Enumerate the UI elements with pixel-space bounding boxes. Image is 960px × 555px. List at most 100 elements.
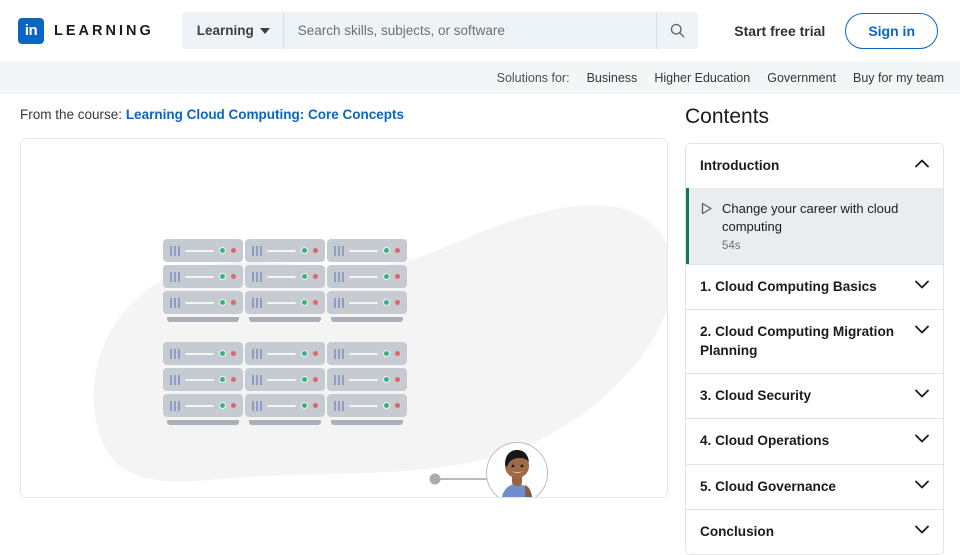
status-ok-icon — [219, 273, 226, 280]
server-unit — [163, 342, 243, 365]
server-unit — [245, 342, 325, 365]
server-bars-icon — [334, 400, 344, 411]
solutions-subnav: Solutions for: Business Higher Education… — [0, 61, 960, 94]
section-label: 4. Cloud Operations — [700, 433, 830, 449]
server-bars-icon — [334, 348, 344, 359]
server-stack — [327, 239, 407, 322]
server-bars-icon — [170, 374, 180, 385]
server-unit — [327, 291, 407, 314]
status-alert-icon — [395, 351, 400, 356]
section-label: 2. Cloud Computing Migration Planning — [700, 324, 895, 358]
sidebar-section-cloud-security[interactable]: 3. Cloud Security — [686, 372, 943, 419]
section-label: 1. Cloud Computing Basics — [700, 278, 877, 294]
search-icon — [670, 23, 685, 38]
subnav-link-business[interactable]: Business — [587, 71, 638, 85]
brand-logo[interactable]: in LEARNING — [18, 17, 154, 44]
course-title-link[interactable]: Learning Cloud Computing: Core Concepts — [126, 107, 404, 122]
server-stack-base — [331, 420, 403, 425]
breadcrumb: From the course: Learning Cloud Computin… — [20, 107, 404, 122]
server-unit — [327, 394, 407, 417]
server-unit — [163, 394, 243, 417]
sidebar-section-introduction[interactable]: Introduction — [686, 144, 943, 189]
server-stack-base — [249, 420, 321, 425]
server-unit — [163, 291, 243, 314]
server-wire — [349, 275, 378, 278]
status-ok-icon — [383, 247, 390, 254]
server-unit — [245, 368, 325, 391]
status-alert-icon — [313, 300, 318, 305]
server-unit — [327, 342, 407, 365]
search-scope-label: Learning — [196, 23, 254, 38]
section-label: 5. Cloud Governance — [700, 478, 836, 494]
server-bars-icon — [252, 271, 262, 282]
server-bars-icon — [252, 400, 262, 411]
status-ok-icon — [301, 299, 308, 306]
status-ok-icon — [383, 350, 390, 357]
sidebar-lesson-active[interactable]: Change your career with cloud computing … — [686, 188, 943, 264]
status-alert-icon — [231, 351, 236, 356]
search-submit-button[interactable] — [655, 12, 698, 49]
chevron-down-icon — [915, 525, 929, 534]
server-rack-grid — [163, 239, 407, 425]
status-ok-icon — [301, 376, 308, 383]
status-alert-icon — [313, 377, 318, 382]
server-bars-icon — [170, 348, 180, 359]
status-ok-icon — [301, 350, 308, 357]
search-input[interactable] — [283, 12, 656, 49]
sidebar-section-cloud-computing-migration-planning[interactable]: 2. Cloud Computing Migration Planning — [686, 309, 943, 373]
server-stack-base — [331, 317, 403, 322]
server-wire — [185, 378, 214, 381]
chevron-down-icon — [915, 434, 929, 443]
server-wire — [267, 378, 296, 381]
status-alert-icon — [313, 274, 318, 279]
contents-title: Contents — [685, 105, 770, 128]
status-alert-icon — [313, 403, 318, 408]
status-alert-icon — [231, 300, 236, 305]
status-ok-icon — [383, 402, 390, 409]
sidebar-section-cloud-governance[interactable]: 5. Cloud Governance — [686, 463, 943, 509]
server-bars-icon — [170, 271, 180, 282]
status-alert-icon — [395, 300, 400, 305]
server-wire — [267, 249, 296, 252]
server-wire — [349, 249, 378, 252]
status-alert-icon — [313, 351, 318, 356]
status-ok-icon — [219, 350, 226, 357]
sidebar-section-conclusion[interactable]: Conclusion — [686, 508, 943, 555]
server-bars-icon — [170, 297, 180, 308]
sidebar-section-cloud-operations[interactable]: 4. Cloud Operations — [686, 418, 943, 464]
status-ok-icon — [219, 299, 226, 306]
section-label: 3. Cloud Security — [700, 387, 812, 403]
server-wire — [185, 275, 214, 278]
server-bars-icon — [170, 245, 180, 256]
server-unit — [163, 265, 243, 288]
person-illustration-icon — [501, 450, 533, 497]
server-unit — [163, 368, 243, 391]
sidebar-section-cloud-computing-basics[interactable]: 1. Cloud Computing Basics — [686, 263, 943, 310]
server-bars-icon — [334, 245, 344, 256]
subnav-link-government[interactable]: Government — [767, 71, 836, 85]
status-alert-icon — [231, 403, 236, 408]
subnav-link-buy-for-my-team[interactable]: Buy for my team — [853, 71, 944, 85]
server-unit — [245, 394, 325, 417]
video-player-panel[interactable]: Users with much less cost, and the abili… — [20, 138, 668, 498]
status-ok-icon — [383, 376, 390, 383]
start-free-trial-link[interactable]: Start free trial — [734, 23, 825, 39]
sign-in-button[interactable]: Sign in — [845, 12, 938, 49]
subnav-link-higher-education[interactable]: Higher Education — [654, 71, 750, 85]
server-stack — [245, 342, 325, 425]
server-stack-base — [167, 317, 239, 322]
status-ok-icon — [219, 247, 226, 254]
server-wire — [185, 301, 214, 304]
video-frame: Users with much less cost, and the abili… — [21, 139, 667, 497]
chevron-up-icon — [915, 159, 929, 168]
nav-actions: Start free trial Sign in — [734, 12, 938, 49]
server-bars-icon — [252, 374, 262, 385]
server-unit — [245, 239, 325, 262]
status-alert-icon — [313, 248, 318, 253]
server-wire — [267, 301, 296, 304]
server-unit — [163, 239, 243, 262]
server-unit — [327, 368, 407, 391]
search-scope-dropdown[interactable]: Learning — [182, 12, 284, 49]
brand-wordmark: LEARNING — [54, 22, 154, 39]
status-ok-icon — [219, 376, 226, 383]
